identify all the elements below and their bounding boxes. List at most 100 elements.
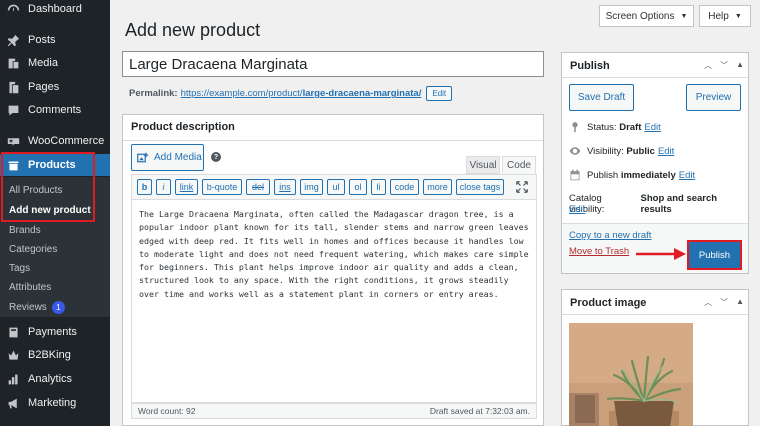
add-media-button[interactable]: Add Media — [131, 144, 204, 171]
menu-comments[interactable]: Comments — [0, 99, 110, 121]
calendar-icon — [570, 169, 580, 181]
draft-saved-status: Draft saved at 7:32:03 am. — [429, 406, 530, 416]
panel-controls: ︿ ﹀ ▲ — [704, 297, 744, 308]
permalink-link[interactable]: https://example.com/product/large-dracae… — [181, 88, 422, 99]
qt-close-tags-button[interactable]: close tags — [456, 179, 504, 195]
status-edit-link[interactable]: Edit — [644, 122, 660, 133]
submenu-reviews[interactable]: Reviews 1 — [0, 298, 110, 316]
status-row: Status: Draft Edit — [569, 121, 661, 133]
catalog-visibility-row: Catalog visibility: Shop and search resu… — [569, 193, 748, 215]
menu-b2bking[interactable]: B2BKing — [0, 344, 110, 366]
help-icon[interactable]: ? — [211, 152, 221, 162]
product-title-input[interactable] — [122, 51, 544, 77]
menu-woocommerce[interactable]: WooCommerce — [0, 130, 110, 152]
menu-label: Marketing — [28, 397, 77, 409]
qt-ins-button[interactable]: ins — [274, 179, 296, 195]
menu-label: Payments — [28, 326, 77, 338]
menu-payments[interactable]: Payments — [0, 321, 110, 343]
help-button[interactable]: Help ▼ — [699, 5, 751, 27]
menu-label: Analytics — [28, 373, 73, 385]
qt-ol-button[interactable]: ol — [349, 179, 367, 195]
woocommerce-icon — [6, 134, 20, 148]
menu-posts[interactable]: Posts — [0, 29, 110, 51]
permalink-edit-button[interactable]: Edit — [426, 86, 453, 101]
publish-heading: Publish — [570, 60, 610, 72]
editor-status-bar: Word count: 92 Draft saved at 7:32:03 am… — [131, 403, 537, 419]
pages-icon — [6, 80, 20, 94]
collapse-triangle-icon[interactable]: ▲ — [736, 60, 744, 71]
highlight-box — [1, 152, 95, 222]
catalog-edit-link[interactable]: Edit — [569, 204, 585, 215]
admin-sidebar: Dashboard Posts Media Pages Comments Woo… — [0, 0, 110, 426]
page-title: Add new product — [125, 20, 261, 40]
tab-code[interactable]: Code — [502, 156, 536, 174]
description-heading: Product description — [131, 121, 235, 133]
media-icon — [6, 56, 20, 70]
status-label: Status: — [587, 121, 617, 133]
submenu-categories[interactable]: Categories — [0, 240, 110, 258]
chevron-down-icon[interactable]: ﹀ — [720, 297, 728, 308]
comments-icon — [6, 103, 20, 117]
qt-link-button[interactable]: link — [175, 179, 198, 195]
permalink-slug: large-dracaena-marginata/ — [302, 88, 422, 99]
menu-label: Dashboard — [28, 3, 82, 15]
screen-options-button[interactable]: Screen Options ▼ — [599, 5, 694, 27]
publish-date-row: Publish immediately Edit — [569, 169, 695, 181]
button-label: Add Media — [154, 152, 202, 163]
chevron-down-icon[interactable]: ﹀ — [720, 60, 728, 71]
chevron-up-icon[interactable]: ︿ — [704, 297, 712, 308]
preview-button[interactable]: Preview — [686, 84, 741, 111]
save-draft-button[interactable]: Save Draft — [569, 84, 634, 111]
highlight-box — [687, 240, 742, 270]
menu-pages[interactable]: Pages — [0, 76, 110, 98]
submenu-brands[interactable]: Brands — [0, 221, 110, 239]
visibility-edit-link[interactable]: Edit — [658, 146, 674, 157]
qt-code-button[interactable]: code — [390, 179, 419, 195]
button-label: Help — [708, 10, 729, 22]
submenu-tags[interactable]: Tags — [0, 259, 110, 277]
permalink-label: Permalink: — [129, 88, 178, 99]
qt-blockquote-button[interactable]: b-quote — [202, 179, 242, 195]
product-image-thumbnail[interactable] — [569, 323, 693, 426]
submenu-attributes[interactable]: Attributes — [0, 278, 110, 296]
description-textarea[interactable]: The Large Dracaena Marginata, often call… — [131, 199, 537, 403]
chevron-up-icon[interactable]: ︿ — [704, 60, 712, 71]
collapse-triangle-icon[interactable]: ▲ — [736, 297, 744, 308]
qt-img-button[interactable]: img — [300, 179, 323, 195]
menu-analytics[interactable]: Analytics — [0, 368, 110, 390]
qt-li-button[interactable]: li — [371, 179, 386, 195]
tab-visual[interactable]: Visual — [466, 156, 500, 174]
product-image-box: Product image ︿ ﹀ ▲ — [561, 289, 749, 426]
qt-italic-button[interactable]: i — [156, 179, 171, 195]
submenu-label: Brands — [9, 224, 41, 236]
menu-label: Comments — [28, 104, 82, 116]
menu-label: WooCommerce — [28, 135, 105, 147]
qt-more-button[interactable]: more — [423, 179, 452, 195]
menu-label: Pages — [28, 81, 60, 93]
fullscreen-icon[interactable] — [516, 181, 528, 193]
marketing-icon — [6, 396, 20, 410]
menu-label: Posts — [28, 34, 56, 46]
visibility-row: Visibility: Public Edit — [569, 145, 674, 157]
menu-label: Media — [28, 57, 58, 69]
publish-date-edit-link[interactable]: Edit — [679, 170, 695, 181]
qt-ul-button[interactable]: ul — [327, 179, 345, 195]
product-image-heading: Product image — [570, 297, 647, 309]
menu-dashboard[interactable]: Dashboard — [0, 0, 110, 20]
product-description-box: Product description Add Media ? Visual C… — [122, 114, 544, 426]
caret-down-icon: ▼ — [734, 12, 742, 20]
move-to-trash-link[interactable]: Move to Trash — [569, 246, 629, 257]
product-image-header: Product image ︿ ﹀ ▲ — [562, 290, 748, 315]
qt-bold-button[interactable]: b — [137, 179, 152, 195]
menu-label: B2BKing — [28, 349, 71, 361]
qt-del-button[interactable]: del — [246, 179, 270, 195]
catalog-value: Shop and search results — [640, 193, 718, 215]
menu-media[interactable]: Media — [0, 52, 110, 74]
copy-draft-link[interactable]: Copy to a new draft — [569, 230, 651, 241]
visibility-value: Public — [626, 145, 655, 157]
menu-marketing[interactable]: Marketing — [0, 392, 110, 414]
submenu-label: Tags — [9, 262, 31, 274]
publish-header: Publish ︿ ﹀ ▲ — [562, 53, 748, 78]
submenu-label: Categories — [9, 243, 58, 255]
publish-label: Publish — [587, 169, 619, 181]
